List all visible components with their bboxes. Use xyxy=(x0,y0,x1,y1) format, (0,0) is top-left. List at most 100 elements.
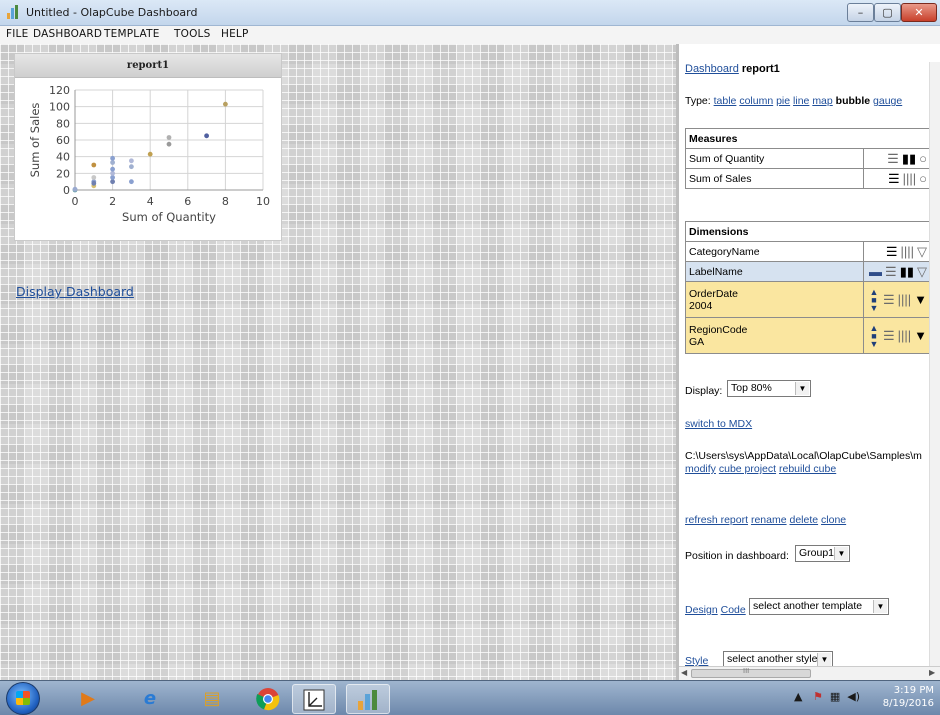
rows-icon[interactable]: ☰ xyxy=(885,265,897,278)
show-hidden-icons-icon[interactable]: ▲ xyxy=(794,690,802,703)
measure-row[interactable]: Sum of Sales ☰ |||| ○ xyxy=(685,168,930,189)
breadcrumb-dashboard-link[interactable]: Dashboard xyxy=(685,63,739,75)
dimension-row[interactable]: RegionCode GA ▲ ■ ▼☰ |||| ▼ xyxy=(685,317,930,354)
y-tick-label: 60 xyxy=(56,134,70,147)
y-tick-label: 80 xyxy=(56,117,70,130)
data-point xyxy=(110,160,115,165)
type-selector: Type: table column pie line map bubble g… xyxy=(685,95,902,107)
minimize-button[interactable]: – xyxy=(847,3,874,22)
filter-icon[interactable]: ▽ xyxy=(917,245,927,258)
code-link[interactable]: Code xyxy=(721,604,746,616)
scroll-left-icon[interactable]: ◀ xyxy=(681,668,687,677)
y-tick-label: 40 xyxy=(56,151,70,164)
menu-help[interactable]: HELP xyxy=(221,28,249,40)
network-icon[interactable]: ▦ xyxy=(830,690,840,703)
type-column-link[interactable]: column xyxy=(739,95,773,107)
volume-icon[interactable]: ◀) xyxy=(847,690,860,703)
menu-file[interactable]: FILE xyxy=(6,28,28,40)
type-bubble-selected: bubble xyxy=(835,95,871,107)
y-tick-label: 20 xyxy=(56,167,70,180)
horizontal-scrollbar[interactable]: ◀ III ▶ xyxy=(679,666,940,680)
columns-icon[interactable]: |||| xyxy=(898,329,912,342)
scroll-grip: III xyxy=(743,667,750,675)
cube-path: C:\Users\sys\AppData\Local\OlapCube\Samp… xyxy=(685,450,922,462)
rows-icon[interactable]: ☰ xyxy=(883,293,895,306)
measures-table: Measures Sum of Quantity ☰ ▮▮ ○ Sum of Sal… xyxy=(685,128,930,189)
filter-active-icon[interactable]: ▼ xyxy=(914,293,927,306)
columns-icon[interactable]: |||| xyxy=(900,245,914,258)
rows-icon[interactable]: ☰ xyxy=(883,329,895,342)
scroll-thumb[interactable] xyxy=(691,669,811,678)
switch-to-mdx-link[interactable]: switch to MDX xyxy=(685,418,752,430)
report-actions: refresh report rename delete clone xyxy=(685,514,846,526)
clone-link[interactable]: clone xyxy=(821,514,846,526)
action-center-icon[interactable]: ⚑ xyxy=(813,690,823,703)
display-select[interactable]: Top 80% ▼ xyxy=(727,380,811,397)
filter-icon[interactable]: ▽ xyxy=(917,265,927,278)
display-dashboard-link[interactable]: Display Dashboard xyxy=(16,284,134,299)
file-explorer-icon[interactable]: ▤ xyxy=(190,684,234,714)
type-gauge-link[interactable]: gauge xyxy=(873,95,902,107)
chrome-icon[interactable] xyxy=(246,684,290,714)
properties-panel: Dashboard report1 Type: table column pie… xyxy=(679,44,940,680)
columns-icon[interactable]: ▮▮ xyxy=(902,152,916,165)
bubble-icon[interactable]: ○ xyxy=(919,152,927,165)
report-widget[interactable]: report1 0 20 40 60 80 100 120 0 2 4 6 8 10 Sum of Qua… xyxy=(14,53,282,241)
type-line-link[interactable]: line xyxy=(793,95,809,107)
rebuild-cube-link[interactable]: rebuild cube xyxy=(779,463,836,475)
internet-explorer-icon[interactable]: e xyxy=(128,684,172,714)
data-point xyxy=(223,101,228,107)
filter-active-icon[interactable]: ▼ xyxy=(914,329,927,342)
columns-icon[interactable]: |||| xyxy=(903,172,917,185)
maximize-button[interactable]: ▢ xyxy=(874,3,901,22)
position-select[interactable]: Group1 ▼ xyxy=(795,545,850,562)
rows-icon[interactable]: ☰ xyxy=(887,152,899,165)
template-select[interactable]: select another template ▼ xyxy=(749,598,889,615)
chrome-logo-icon xyxy=(256,688,280,711)
vertical-scrollbar[interactable] xyxy=(929,62,940,666)
clock[interactable]: 3:19 PM 8/19/2016 xyxy=(880,684,934,710)
olapcube-app-icon xyxy=(6,5,20,19)
label-icon[interactable]: ▬ xyxy=(869,265,882,278)
x-tick-label: 8 xyxy=(222,195,229,208)
start-button[interactable] xyxy=(6,682,40,715)
menu-template[interactable]: TEMPLATE xyxy=(104,28,160,40)
scroll-right-icon[interactable]: ▶ xyxy=(929,668,935,677)
breadcrumb: Dashboard report1 xyxy=(685,63,780,75)
refresh-report-link[interactable]: refresh report xyxy=(685,514,748,526)
type-label: Type: xyxy=(685,95,711,107)
rows-icon[interactable]: ☰ xyxy=(886,245,898,258)
measure-row[interactable]: Sum of Quantity ☰ ▮▮ ○ xyxy=(685,148,930,169)
type-map-link[interactable]: map xyxy=(812,95,832,107)
menu-tools[interactable]: TOOLS xyxy=(174,28,210,40)
delete-link[interactable]: delete xyxy=(789,514,818,526)
design-link[interactable]: Design xyxy=(685,604,718,616)
cube-actions: modify cube project rebuild cube xyxy=(685,463,836,475)
menu-dashboard[interactable]: DASHBOARD xyxy=(33,28,102,40)
dimension-row[interactable]: CategoryName ☰ |||| ▽ xyxy=(685,241,930,262)
type-pie-link[interactable]: pie xyxy=(776,95,790,107)
dimension-row[interactable]: LabelName ▬ ☰ ▮▮ ▽ xyxy=(685,261,930,282)
x-tick-label: 0 xyxy=(72,195,79,208)
media-player-icon[interactable]: ▶ xyxy=(66,684,110,714)
olapcube-taskbar-icon[interactable] xyxy=(346,684,390,714)
sort-icon[interactable]: ▲ ■ ▼ xyxy=(868,287,880,312)
type-table-link[interactable]: table xyxy=(714,95,737,107)
columns-icon[interactable]: |||| xyxy=(898,293,912,306)
axis-glyph-icon xyxy=(303,689,325,711)
rows-icon[interactable]: ☰ xyxy=(888,172,900,185)
breadcrumb-current: report1 xyxy=(741,63,780,75)
bubble-icon[interactable]: ○ xyxy=(919,172,927,185)
dimension-row[interactable]: OrderDate 2004 ▲ ■ ▼☰ |||| ▼ xyxy=(685,281,930,318)
position-label: Position in dashboard: xyxy=(685,550,789,562)
data-point xyxy=(91,162,97,168)
axis-tool-icon[interactable] xyxy=(292,684,336,714)
modify-link[interactable]: modify xyxy=(685,463,716,475)
sort-icon[interactable]: ▲ ■ ▼ xyxy=(868,323,880,348)
cube-project-link[interactable]: cube project xyxy=(719,463,776,475)
columns-icon[interactable]: ▮▮ xyxy=(900,265,914,278)
dropdown-arrow-icon: ▼ xyxy=(817,653,831,666)
measures-header: Measures xyxy=(685,128,930,149)
close-button[interactable]: ✕ xyxy=(901,3,937,22)
rename-link[interactable]: rename xyxy=(751,514,787,526)
